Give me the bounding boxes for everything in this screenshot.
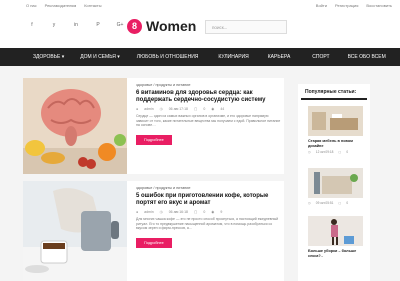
- post-author[interactable]: admin: [144, 210, 154, 214]
- comment-icon: ▢: [194, 107, 198, 111]
- post-category[interactable]: здоровье / продукты и питание: [136, 83, 281, 87]
- widget-title: Популярные статьи:: [301, 84, 367, 100]
- nav-item-love[interactable]: Любовь и отношения: [137, 54, 199, 60]
- post-title[interactable]: 6 витаминов для здоровья сердца: как под…: [136, 90, 281, 104]
- author-icon: ●: [136, 210, 139, 214]
- topbar-link-contacts[interactable]: Контакты: [84, 3, 101, 8]
- post-meta: ● admin ◷ 06 авг.16:18 ▢ 0 ◉ 9: [136, 210, 281, 214]
- post-card: здоровье / продукты и питание 5 ошибок п…: [23, 181, 284, 281]
- post-date: 06 авг.17:18: [168, 107, 188, 111]
- post-thumbnail[interactable]: [23, 181, 127, 281]
- search-input[interactable]: поиск...: [205, 20, 287, 34]
- post-card: здоровье / продукты и питание 6 витамино…: [23, 78, 284, 174]
- post-excerpt: Сердце — один из самых важных органов в …: [136, 114, 281, 128]
- popular-item-comments: 0: [346, 201, 349, 205]
- clock-icon: ◷: [159, 210, 163, 214]
- restore-link[interactable]: Восстановить: [366, 3, 392, 8]
- nav-item-all[interactable]: Все обо всем: [348, 54, 386, 60]
- site-header: f y in P G+ 8 Women поиск...: [0, 12, 400, 48]
- comment-icon: ▢: [338, 150, 342, 154]
- post-views: 9: [220, 210, 223, 214]
- comment-icon: ▢: [194, 210, 198, 214]
- read-more-button[interactable]: Подробнее: [136, 134, 172, 145]
- post-excerpt: Для многих чашка кофе — это не просто сп…: [136, 217, 279, 231]
- nav-item-label: Здоровье: [33, 54, 61, 60]
- popular-item-thumbnail[interactable]: [308, 168, 363, 198]
- social-links: f y in P G+: [28, 22, 124, 28]
- google-plus-icon[interactable]: G+: [116, 22, 124, 28]
- popular-item-date: 09 окт.05:51: [315, 201, 334, 205]
- nav-item-career[interactable]: Карьера: [268, 54, 291, 60]
- popular-item-meta: ◷ 09 окт.05:51 ▢ 0: [308, 201, 363, 205]
- twitter-icon[interactable]: y: [50, 22, 58, 28]
- chevron-down-icon: ▾: [61, 54, 65, 60]
- post-comments: 0: [203, 107, 206, 111]
- popular-item-title[interactable]: Старая мебель в новом дизайне: [308, 139, 363, 148]
- popular-item[interactable]: Больше уборки – больше секса?..: [308, 216, 363, 258]
- post-date: 06 авг.16:18: [168, 210, 188, 214]
- clock-icon: ◷: [159, 107, 163, 111]
- clock-icon: ◷: [308, 201, 311, 205]
- post-category[interactable]: здоровье / продукты и питание: [136, 186, 281, 190]
- facebook-icon[interactable]: f: [28, 22, 36, 28]
- post-meta: ● admin ◷ 06 авг.17:18 ▢ 0 ◉ 44: [136, 107, 281, 111]
- eye-icon: ◉: [211, 107, 215, 111]
- pinterest-icon[interactable]: P: [94, 22, 102, 28]
- popular-item-thumbnail[interactable]: [308, 106, 363, 136]
- popular-item-thumbnail[interactable]: [308, 216, 363, 246]
- read-more-button[interactable]: Подробнее: [136, 237, 172, 248]
- clock-icon: ◷: [308, 150, 311, 154]
- nav-item-health[interactable]: Здоровье ▾: [33, 54, 64, 60]
- popular-item-title[interactable]: Больше уборки – больше секса?..: [308, 249, 363, 258]
- post-title[interactable]: 5 ошибок при приготовлении кофе, которые…: [136, 193, 281, 207]
- post-author[interactable]: admin: [144, 107, 154, 111]
- author-icon: ●: [136, 107, 139, 111]
- logo-mark: 8: [127, 18, 142, 34]
- post-views: 44: [220, 107, 225, 111]
- nav-item-sport[interactable]: Спорт: [312, 54, 329, 60]
- eye-icon: ◉: [211, 210, 215, 214]
- topbar-link-advertisers[interactable]: Рекламодателям: [45, 3, 77, 8]
- post-comments: 0: [203, 210, 206, 214]
- popular-item-comments: 0: [346, 150, 349, 154]
- login-link[interactable]: Войти: [316, 3, 327, 8]
- popular-posts-widget: Популярные статьи: Старая мебель в новом…: [298, 84, 370, 281]
- nav-item-label: Дом и семья: [80, 54, 116, 60]
- nav-item-cooking[interactable]: Кулинария: [218, 54, 248, 60]
- site-logo[interactable]: 8 Women: [127, 18, 196, 34]
- chevron-down-icon: ▾: [117, 54, 120, 60]
- logo-text: Women: [146, 18, 197, 34]
- popular-item-meta: ◷ 12 окт.09:18 ▢ 0: [308, 150, 363, 154]
- register-link[interactable]: Регистрация: [335, 3, 358, 8]
- popular-item[interactable]: Старая мебель в новом дизайне ◷ 12 окт.0…: [308, 106, 363, 154]
- popular-item-date: 12 окт.09:18: [315, 150, 334, 154]
- top-bar: О нас Рекламодателям Контакты Войти Реги…: [0, 0, 400, 12]
- popular-item[interactable]: ◷ 09 окт.05:51 ▢ 0: [308, 168, 363, 205]
- comment-icon: ▢: [338, 201, 342, 205]
- post-thumbnail[interactable]: [23, 78, 127, 174]
- topbar-link-about[interactable]: О нас: [26, 3, 37, 8]
- linkedin-icon[interactable]: in: [72, 22, 80, 28]
- nav-item-home-family[interactable]: Дом и семья ▾: [80, 54, 120, 60]
- main-nav: Здоровье ▾ Дом и семья ▾ Любовь и отноше…: [0, 48, 400, 66]
